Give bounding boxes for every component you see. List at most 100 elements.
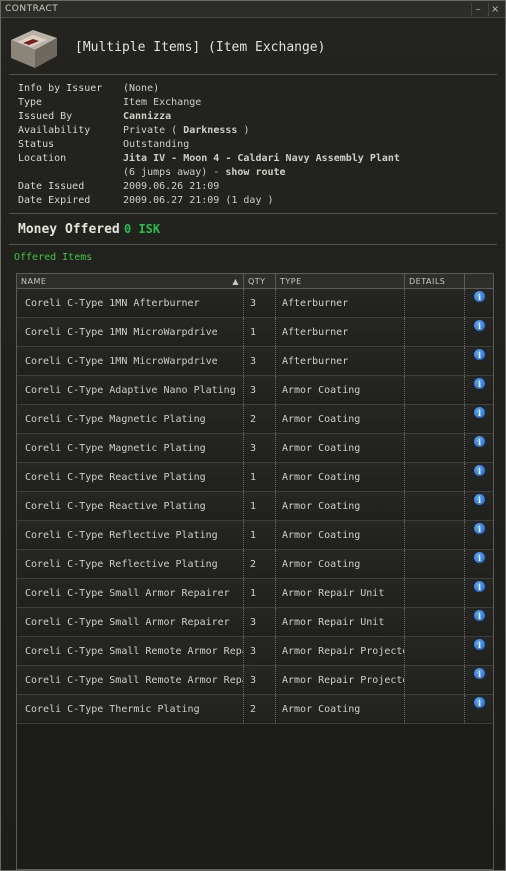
info-icon[interactable]: i bbox=[474, 581, 485, 592]
info-row-availability: Availability Private ( Darknesss ) bbox=[18, 123, 505, 137]
item-qty: 2 bbox=[244, 405, 276, 433]
column-header-qty[interactable]: QTY bbox=[244, 274, 276, 288]
info-icon[interactable]: i bbox=[474, 668, 485, 679]
info-icon[interactable]: i bbox=[474, 523, 485, 534]
contract-info: Info by Issuer (None) Type Item Exchange… bbox=[1, 75, 505, 213]
info-row-location: Location Jita IV - Moon 4 - Caldari Navy… bbox=[18, 151, 505, 165]
money-offered: Money Offered 0 ISK bbox=[1, 214, 505, 244]
info-icon[interactable]: i bbox=[474, 378, 485, 389]
item-details bbox=[405, 608, 465, 636]
info-icon[interactable]: i bbox=[474, 610, 485, 621]
close-icon[interactable]: × bbox=[488, 2, 502, 16]
item-qty: 1 bbox=[244, 521, 276, 549]
minimize-icon[interactable]: – bbox=[471, 2, 485, 16]
info-row-issuer-info: Info by Issuer (None) bbox=[18, 81, 505, 95]
item-name: Coreli C-Type Small Remote Armor Repair bbox=[17, 666, 244, 694]
info-label: Info by Issuer bbox=[18, 82, 103, 94]
item-name: Coreli C-Type Reactive Plating bbox=[17, 492, 244, 520]
item-details bbox=[405, 550, 465, 578]
info-icon[interactable]: i bbox=[474, 349, 485, 360]
offered-items-table: NAME ▲ QTY TYPE DETAILS Coreli C-Type 1M… bbox=[16, 273, 494, 870]
info-label: Type bbox=[18, 96, 43, 108]
item-qty: 3 bbox=[244, 637, 276, 665]
table-row[interactable]: Coreli C-Type Magnetic Plating 2 Armor Coa… bbox=[17, 405, 493, 434]
info-icon[interactable]: i bbox=[474, 552, 485, 563]
availability-link[interactable]: Darknesss bbox=[183, 125, 237, 136]
item-qty: 3 bbox=[244, 608, 276, 636]
item-name: Coreli C-Type Reflective Plating bbox=[17, 521, 244, 549]
item-name: Coreli C-Type Small Armor Repairer bbox=[17, 579, 244, 607]
item-name: Coreli C-Type Magnetic Plating bbox=[17, 405, 244, 433]
table-row[interactable]: Coreli C-Type Reactive Plating 1 Armor Coa… bbox=[17, 463, 493, 492]
item-details bbox=[405, 434, 465, 462]
contract-window: CONTRACT – × [Multiple Items] (Item Exch… bbox=[0, 0, 506, 871]
table-row[interactable]: Coreli C-Type 1MN MicroWarpdrive 3 Afterbu… bbox=[17, 347, 493, 376]
info-row-date-expired: Date Expired 2009.06.27 21:09 (1 day ) bbox=[18, 193, 505, 207]
info-row-jumps: (6 jumps away) - show route bbox=[18, 165, 505, 179]
item-qty: 1 bbox=[244, 463, 276, 491]
info-row-type: Type Item Exchange bbox=[18, 95, 505, 109]
item-type: Afterburner bbox=[276, 318, 405, 346]
item-type: Armor Coating bbox=[276, 434, 405, 462]
item-qty: 1 bbox=[244, 579, 276, 607]
info-icon[interactable]: i bbox=[474, 407, 485, 418]
table-row[interactable]: Coreli C-Type Reflective Plating 1 Armor C… bbox=[17, 521, 493, 550]
window-titlebar[interactable]: CONTRACT – × bbox=[1, 1, 505, 18]
column-header-info bbox=[465, 274, 493, 288]
info-label: Availability bbox=[18, 124, 91, 136]
item-details bbox=[405, 492, 465, 520]
info-icon[interactable]: i bbox=[474, 436, 485, 447]
table-row[interactable]: Coreli C-Type 1MN Afterburner 3 Afterburne… bbox=[17, 289, 493, 318]
item-details bbox=[405, 695, 465, 723]
info-label: Date Expired bbox=[18, 194, 91, 206]
info-row-status: Status Outstanding bbox=[18, 137, 505, 151]
table-row[interactable]: Coreli C-Type Reactive Plating 1 Armor Coa… bbox=[17, 492, 493, 521]
table-row[interactable]: Coreli C-Type Small Remote Armor Repair 3… bbox=[17, 637, 493, 666]
info-value: 2009.06.27 21:09 (1 day ) bbox=[123, 194, 274, 206]
item-qty: 1 bbox=[244, 318, 276, 346]
item-type: Armor Repair Unit bbox=[276, 608, 405, 636]
table-row[interactable]: Coreli C-Type 1MN MicroWarpdrive 1 Afterbu… bbox=[17, 318, 493, 347]
money-value: 0 ISK bbox=[124, 222, 161, 236]
info-icon[interactable]: i bbox=[474, 291, 485, 302]
column-header-type[interactable]: TYPE bbox=[276, 274, 405, 288]
issuer-link[interactable]: Cannizza bbox=[123, 111, 171, 122]
column-header-details[interactable]: DETAILS bbox=[405, 274, 465, 288]
info-icon[interactable]: i bbox=[474, 697, 485, 708]
item-details bbox=[405, 637, 465, 665]
column-header-name[interactable]: NAME ▲ bbox=[17, 274, 244, 288]
table-row[interactable]: Coreli C-Type Thermic Plating 2 Armor Coat… bbox=[17, 695, 493, 724]
item-type: Armor Coating bbox=[276, 521, 405, 549]
contract-title: [Multiple Items] (Item Exchange) bbox=[75, 40, 326, 55]
item-type: Armor Coating bbox=[276, 695, 405, 723]
info-icon[interactable]: i bbox=[474, 320, 485, 331]
info-icon[interactable]: i bbox=[474, 494, 485, 505]
item-details bbox=[405, 318, 465, 346]
show-route-link[interactable]: show route bbox=[225, 167, 285, 178]
table-row[interactable]: Coreli C-Type Reflective Plating 2 Armor C… bbox=[17, 550, 493, 579]
item-details bbox=[405, 463, 465, 491]
item-details bbox=[405, 579, 465, 607]
info-row-issued-by: Issued By Cannizza bbox=[18, 109, 505, 123]
table-row[interactable]: Coreli C-Type Small Remote Armor Repair 3… bbox=[17, 666, 493, 695]
contract-crate-icon bbox=[6, 21, 64, 71]
table-row[interactable]: Coreli C-Type Adaptive Nano Plating 3 Armo… bbox=[17, 376, 493, 405]
info-value: 2009.06.26 21:09 bbox=[123, 180, 220, 192]
location-link[interactable]: Jita IV - Moon 4 - Caldari Navy Assembly… bbox=[123, 153, 400, 164]
item-name: Coreli C-Type Reflective Plating bbox=[17, 550, 244, 578]
item-qty: 3 bbox=[244, 289, 276, 317]
info-icon[interactable]: i bbox=[474, 465, 485, 476]
item-type: Armor Coating bbox=[276, 376, 405, 404]
item-type: Armor Coating bbox=[276, 550, 405, 578]
table-body: Coreli C-Type 1MN Afterburner 3 Afterburne… bbox=[17, 289, 493, 724]
info-icon[interactable]: i bbox=[474, 639, 485, 650]
table-row[interactable]: Coreli C-Type Magnetic Plating 3 Armor Coa… bbox=[17, 434, 493, 463]
item-name: Coreli C-Type Thermic Plating bbox=[17, 695, 244, 723]
table-row[interactable]: Coreli C-Type Small Armor Repairer 1 Armor… bbox=[17, 579, 493, 608]
table-header: NAME ▲ QTY TYPE DETAILS bbox=[17, 274, 493, 289]
item-details bbox=[405, 521, 465, 549]
money-label: Money Offered bbox=[18, 221, 120, 237]
divider bbox=[9, 244, 497, 245]
info-label: Status bbox=[18, 138, 55, 150]
table-row[interactable]: Coreli C-Type Small Armor Repairer 3 Armor… bbox=[17, 608, 493, 637]
